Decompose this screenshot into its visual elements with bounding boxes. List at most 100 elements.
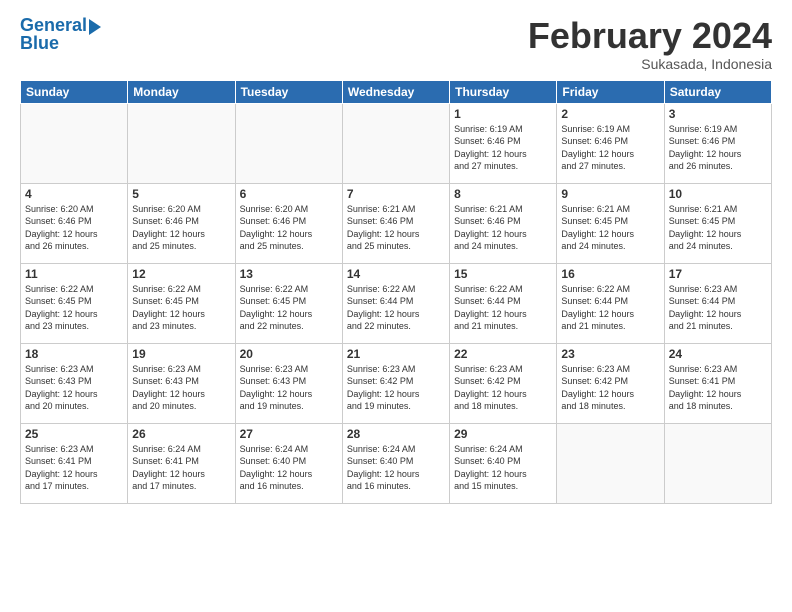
day-info: Sunrise: 6:19 AM Sunset: 6:46 PM Dayligh…	[561, 123, 659, 173]
day-number: 25	[25, 427, 123, 441]
day-info: Sunrise: 6:22 AM Sunset: 6:45 PM Dayligh…	[132, 283, 230, 333]
day-info: Sunrise: 6:23 AM Sunset: 6:43 PM Dayligh…	[240, 363, 338, 413]
day-number: 12	[132, 267, 230, 281]
calendar-week-row: 11 Sunrise: 6:22 AM Sunset: 6:45 PM Dayli…	[21, 263, 772, 343]
header: General Blue February 2024 Sukasada, Ind…	[20, 16, 772, 72]
calendar-cell	[21, 103, 128, 183]
col-sunday: Sunday	[21, 80, 128, 103]
day-info: Sunrise: 6:23 AM Sunset: 6:42 PM Dayligh…	[454, 363, 552, 413]
day-info: Sunrise: 6:21 AM Sunset: 6:45 PM Dayligh…	[669, 203, 767, 253]
col-tuesday: Tuesday	[235, 80, 342, 103]
month-title: February 2024	[528, 16, 772, 56]
day-info: Sunrise: 6:19 AM Sunset: 6:46 PM Dayligh…	[454, 123, 552, 173]
day-info: Sunrise: 6:22 AM Sunset: 6:44 PM Dayligh…	[454, 283, 552, 333]
calendar-cell: 1 Sunrise: 6:19 AM Sunset: 6:46 PM Daylig…	[450, 103, 557, 183]
calendar-cell: 25 Sunrise: 6:23 AM Sunset: 6:41 PM Dayli…	[21, 423, 128, 503]
day-info: Sunrise: 6:22 AM Sunset: 6:45 PM Dayligh…	[240, 283, 338, 333]
calendar-cell: 26 Sunrise: 6:24 AM Sunset: 6:41 PM Dayli…	[128, 423, 235, 503]
calendar-cell: 29Sunrise: 6:24 AM Sunset: 6:40 PM Dayli…	[450, 423, 557, 503]
calendar-cell: 23 Sunrise: 6:23 AM Sunset: 6:42 PM Dayli…	[557, 343, 664, 423]
calendar-cell: 20Sunrise: 6:23 AM Sunset: 6:43 PM Dayli…	[235, 343, 342, 423]
day-number: 8	[454, 187, 552, 201]
day-number: 1	[454, 107, 552, 121]
calendar-cell: 3Sunrise: 6:19 AM Sunset: 6:46 PM Daylig…	[664, 103, 771, 183]
calendar-cell: 28Sunrise: 6:24 AM Sunset: 6:40 PM Dayli…	[342, 423, 449, 503]
calendar-cell: 15 Sunrise: 6:22 AM Sunset: 6:44 PM Dayli…	[450, 263, 557, 343]
col-wednesday: Wednesday	[342, 80, 449, 103]
col-thursday: Thursday	[450, 80, 557, 103]
day-info: Sunrise: 6:20 AM Sunset: 6:46 PM Dayligh…	[240, 203, 338, 253]
subtitle: Sukasada, Indonesia	[528, 56, 772, 72]
day-info: Sunrise: 6:22 AM Sunset: 6:45 PM Dayligh…	[25, 283, 123, 333]
calendar-cell: 18 Sunrise: 6:23 AM Sunset: 6:43 PM Dayli…	[21, 343, 128, 423]
calendar-header-row: Sunday Monday Tuesday Wednesday Thursday…	[21, 80, 772, 103]
day-number: 22	[454, 347, 552, 361]
day-number: 17	[669, 267, 767, 281]
day-info: Sunrise: 6:20 AM Sunset: 6:46 PM Dayligh…	[132, 203, 230, 253]
day-number: 28	[347, 427, 445, 441]
day-info: Sunrise: 6:20 AM Sunset: 6:46 PM Dayligh…	[25, 203, 123, 253]
calendar-cell: 17 Sunrise: 6:23 AM Sunset: 6:44 PM Dayli…	[664, 263, 771, 343]
day-number: 21	[347, 347, 445, 361]
day-info: Sunrise: 6:24 AM Sunset: 6:40 PM Dayligh…	[240, 443, 338, 493]
col-monday: Monday	[128, 80, 235, 103]
page: General Blue February 2024 Sukasada, Ind…	[0, 0, 792, 612]
title-block: February 2024 Sukasada, Indonesia	[528, 16, 772, 72]
day-info: Sunrise: 6:23 AM Sunset: 6:41 PM Dayligh…	[25, 443, 123, 493]
day-info: Sunrise: 6:23 AM Sunset: 6:43 PM Dayligh…	[132, 363, 230, 413]
day-number: 24	[669, 347, 767, 361]
day-info: Sunrise: 6:22 AM Sunset: 6:44 PM Dayligh…	[347, 283, 445, 333]
day-number: 4	[25, 187, 123, 201]
calendar-week-row: 25 Sunrise: 6:23 AM Sunset: 6:41 PM Dayli…	[21, 423, 772, 503]
calendar-cell: 13 Sunrise: 6:22 AM Sunset: 6:45 PM Dayli…	[235, 263, 342, 343]
day-number: 14	[347, 267, 445, 281]
calendar-cell: 14 Sunrise: 6:22 AM Sunset: 6:44 PM Dayli…	[342, 263, 449, 343]
calendar-table: Sunday Monday Tuesday Wednesday Thursday…	[20, 80, 772, 504]
calendar-week-row: 1 Sunrise: 6:19 AM Sunset: 6:46 PM Daylig…	[21, 103, 772, 183]
calendar-cell	[342, 103, 449, 183]
calendar-cell: 7Sunrise: 6:21 AM Sunset: 6:46 PM Daylig…	[342, 183, 449, 263]
day-info: Sunrise: 6:23 AM Sunset: 6:41 PM Dayligh…	[669, 363, 767, 413]
day-info: Sunrise: 6:23 AM Sunset: 6:43 PM Dayligh…	[25, 363, 123, 413]
logo: General Blue	[20, 16, 101, 54]
day-number: 9	[561, 187, 659, 201]
col-friday: Friday	[557, 80, 664, 103]
calendar-cell	[128, 103, 235, 183]
day-number: 23	[561, 347, 659, 361]
day-info: Sunrise: 6:21 AM Sunset: 6:45 PM Dayligh…	[561, 203, 659, 253]
calendar-cell	[235, 103, 342, 183]
calendar-cell: 24 Sunrise: 6:23 AM Sunset: 6:41 PM Dayli…	[664, 343, 771, 423]
calendar-cell: 8 Sunrise: 6:21 AM Sunset: 6:46 PM Daylig…	[450, 183, 557, 263]
calendar-week-row: 18 Sunrise: 6:23 AM Sunset: 6:43 PM Dayli…	[21, 343, 772, 423]
day-info: Sunrise: 6:24 AM Sunset: 6:40 PM Dayligh…	[454, 443, 552, 493]
calendar-cell: 22 Sunrise: 6:23 AM Sunset: 6:42 PM Dayli…	[450, 343, 557, 423]
col-saturday: Saturday	[664, 80, 771, 103]
calendar-cell: 16Sunrise: 6:22 AM Sunset: 6:44 PM Dayli…	[557, 263, 664, 343]
day-info: Sunrise: 6:22 AM Sunset: 6:44 PM Dayligh…	[561, 283, 659, 333]
calendar-cell: 11 Sunrise: 6:22 AM Sunset: 6:45 PM Dayli…	[21, 263, 128, 343]
day-number: 15	[454, 267, 552, 281]
day-number: 13	[240, 267, 338, 281]
day-number: 18	[25, 347, 123, 361]
calendar-cell	[557, 423, 664, 503]
day-info: Sunrise: 6:23 AM Sunset: 6:42 PM Dayligh…	[561, 363, 659, 413]
calendar-week-row: 4 Sunrise: 6:20 AM Sunset: 6:46 PM Daylig…	[21, 183, 772, 263]
calendar-cell: 6Sunrise: 6:20 AM Sunset: 6:46 PM Daylig…	[235, 183, 342, 263]
calendar-cell: 27 Sunrise: 6:24 AM Sunset: 6:40 PM Dayli…	[235, 423, 342, 503]
calendar-cell: 12 Sunrise: 6:22 AM Sunset: 6:45 PM Dayli…	[128, 263, 235, 343]
day-number: 26	[132, 427, 230, 441]
day-number: 11	[25, 267, 123, 281]
day-info: Sunrise: 6:23 AM Sunset: 6:44 PM Dayligh…	[669, 283, 767, 333]
day-number: 19	[132, 347, 230, 361]
day-number: 2	[561, 107, 659, 121]
day-info: Sunrise: 6:21 AM Sunset: 6:46 PM Dayligh…	[454, 203, 552, 253]
logo-text2: Blue	[20, 34, 59, 54]
calendar-cell: 4 Sunrise: 6:20 AM Sunset: 6:46 PM Daylig…	[21, 183, 128, 263]
calendar-cell: 21Sunrise: 6:23 AM Sunset: 6:42 PM Dayli…	[342, 343, 449, 423]
day-number: 27	[240, 427, 338, 441]
day-number: 5	[132, 187, 230, 201]
calendar-cell: 5 Sunrise: 6:20 AM Sunset: 6:46 PM Daylig…	[128, 183, 235, 263]
day-info: Sunrise: 6:24 AM Sunset: 6:41 PM Dayligh…	[132, 443, 230, 493]
calendar-cell: 10Sunrise: 6:21 AM Sunset: 6:45 PM Dayli…	[664, 183, 771, 263]
day-info: Sunrise: 6:19 AM Sunset: 6:46 PM Dayligh…	[669, 123, 767, 173]
